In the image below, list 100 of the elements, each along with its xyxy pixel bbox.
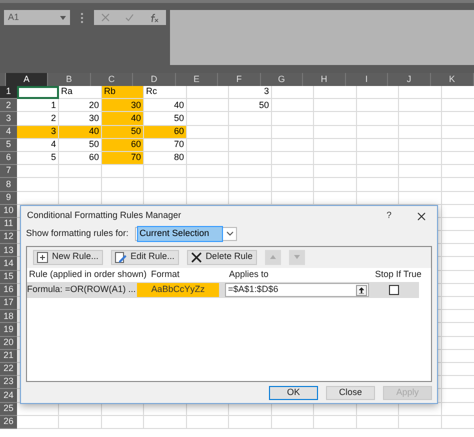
table-cell[interactable]: 60 <box>102 138 144 152</box>
row-header[interactable]: 2 <box>0 99 17 112</box>
row-header[interactable]: 20 <box>0 336 17 350</box>
table-cell[interactable] <box>314 112 357 126</box>
table-cell[interactable] <box>314 416 357 429</box>
table-cell[interactable]: 60 <box>144 126 187 139</box>
table-cell[interactable]: 3 <box>17 126 59 139</box>
table-cell[interactable] <box>187 165 229 178</box>
name-box[interactable]: A1 <box>4 10 70 25</box>
table-cell[interactable]: 40 <box>102 112 144 126</box>
table-cell[interactable] <box>314 99 357 112</box>
row-header[interactable]: 25 <box>0 402 17 416</box>
row-header[interactable]: 23 <box>0 376 17 390</box>
table-cell[interactable] <box>357 416 399 429</box>
table-cell[interactable] <box>399 86 442 100</box>
table-cell[interactable] <box>102 416 144 429</box>
edit-rule-button[interactable]: Edit Rule... <box>110 250 179 264</box>
row-header[interactable]: 11 <box>0 218 17 232</box>
table-cell[interactable] <box>399 416 442 429</box>
table-cell[interactable] <box>187 99 229 112</box>
table-cell[interactable] <box>357 165 399 178</box>
table-cell[interactable] <box>102 165 144 178</box>
table-cell[interactable] <box>399 165 442 178</box>
table-cell[interactable] <box>357 138 399 152</box>
table-cell[interactable] <box>357 86 399 100</box>
column-header[interactable]: H <box>303 73 346 86</box>
table-cell[interactable] <box>399 112 442 126</box>
table-cell[interactable] <box>229 138 272 152</box>
dropdown-caret-icon[interactable] <box>60 16 66 20</box>
table-cell[interactable]: 50 <box>229 99 272 112</box>
table-cell[interactable] <box>399 152 442 166</box>
table-cell[interactable] <box>399 99 442 112</box>
table-cell[interactable]: 30 <box>102 99 144 112</box>
dialog-button[interactable]: Close <box>326 386 375 400</box>
stop-if-true-checkbox[interactable] <box>389 285 399 295</box>
row-header[interactable]: 10 <box>0 204 17 218</box>
table-cell[interactable]: 5 <box>17 152 59 166</box>
table-cell[interactable] <box>314 178 357 192</box>
table-cell[interactable] <box>272 178 314 192</box>
column-header[interactable]: B <box>48 73 91 86</box>
formula-bar[interactable] <box>170 10 474 65</box>
table-cell[interactable] <box>357 152 399 166</box>
table-cell[interactable] <box>314 138 357 152</box>
table-cell[interactable] <box>357 126 399 139</box>
row-header[interactable]: 8 <box>0 178 17 192</box>
table-cell[interactable] <box>272 416 314 429</box>
rule-row[interactable]: Formula: =OR(ROW(A1) ... AaBbCcYyZz =$A$1:$D$6 <box>27 282 419 298</box>
table-cell[interactable] <box>272 152 314 166</box>
table-cell[interactable] <box>272 99 314 112</box>
row-header[interactable]: 24 <box>0 389 17 402</box>
row-header[interactable]: 3 <box>0 112 17 126</box>
table-cell[interactable] <box>272 165 314 178</box>
table-cell[interactable] <box>187 178 229 192</box>
table-cell[interactable] <box>102 178 144 192</box>
table-cell[interactable] <box>187 416 229 429</box>
table-cell[interactable] <box>144 178 187 192</box>
row-header[interactable]: 16 <box>0 284 17 297</box>
row-header[interactable]: 26 <box>0 416 17 429</box>
table-cell[interactable]: 4 <box>17 138 59 152</box>
table-cell[interactable]: Rb <box>102 86 144 100</box>
table-cell[interactable] <box>17 178 59 192</box>
table-cell[interactable]: 70 <box>102 152 144 166</box>
table-cell[interactable] <box>399 126 442 139</box>
row-header[interactable]: 5 <box>0 138 17 152</box>
table-cell[interactable] <box>17 86 59 100</box>
table-cell[interactable] <box>229 112 272 126</box>
table-cell[interactable] <box>187 86 229 100</box>
table-cell[interactable]: 3 <box>229 86 272 100</box>
row-header[interactable]: 6 <box>0 152 17 166</box>
cancel-icon[interactable] <box>101 13 110 22</box>
table-cell[interactable] <box>59 416 102 429</box>
table-cell[interactable] <box>144 165 187 178</box>
enter-icon[interactable] <box>124 13 134 22</box>
table-cell[interactable] <box>17 416 59 429</box>
table-cell[interactable] <box>357 112 399 126</box>
table-cell[interactable]: Rc <box>144 86 187 100</box>
column-header[interactable]: J <box>388 73 431 86</box>
table-cell[interactable] <box>357 99 399 112</box>
function-icon[interactable] <box>148 12 159 22</box>
table-cell[interactable] <box>314 86 357 100</box>
table-cell[interactable] <box>272 138 314 152</box>
column-header[interactable]: K <box>431 73 474 86</box>
table-cell[interactable] <box>187 152 229 166</box>
table-cell[interactable] <box>144 416 187 429</box>
applies-to-field[interactable]: =$A$1:$D$6 <box>225 283 369 297</box>
column-header[interactable]: F <box>218 73 261 86</box>
column-header[interactable]: E <box>176 73 218 86</box>
delete-rule-button[interactable]: Delete Rule <box>186 250 257 264</box>
new-rule-button[interactable]: New Rule... <box>33 250 103 264</box>
table-cell[interactable] <box>399 178 442 192</box>
row-header[interactable]: 9 <box>0 192 17 205</box>
table-cell[interactable] <box>357 178 399 192</box>
table-cell[interactable]: 1 <box>17 99 59 112</box>
dialog-button[interactable]: OK <box>269 386 318 400</box>
row-header[interactable]: 19 <box>0 323 17 337</box>
table-cell[interactable]: 40 <box>144 99 187 112</box>
row-header[interactable]: 1 <box>0 86 17 100</box>
row-header[interactable]: 21 <box>0 350 17 363</box>
table-cell[interactable]: 70 <box>144 138 187 152</box>
table-cell[interactable] <box>229 178 272 192</box>
